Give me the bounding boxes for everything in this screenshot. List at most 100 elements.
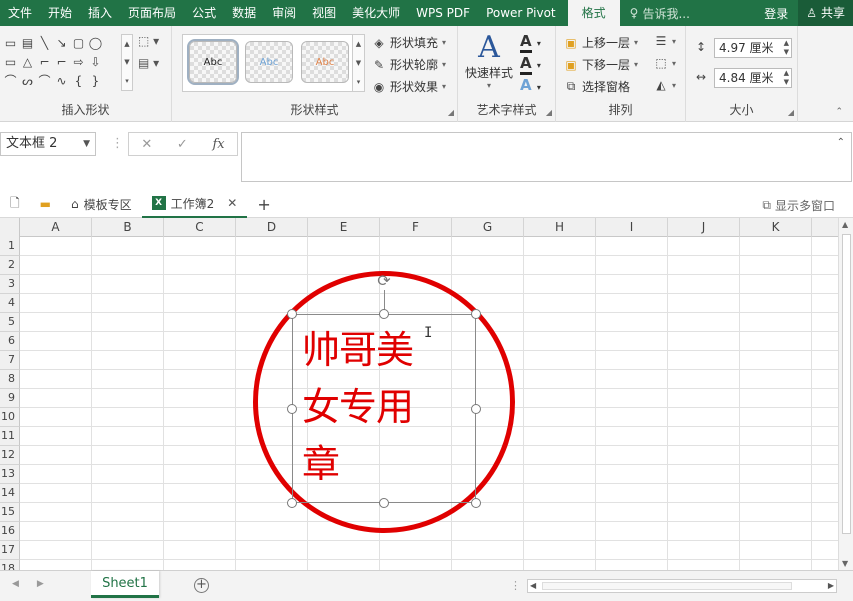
- shape-width-input[interactable]: 4.84 厘米 ▲ ▼: [714, 68, 792, 88]
- shape-height-input[interactable]: 4.97 厘米 ▲ ▼: [714, 38, 792, 58]
- tab-beautify[interactable]: 美化大师: [344, 0, 408, 26]
- row-header[interactable]: 15: [0, 503, 20, 522]
- tab-power-pivot[interactable]: Power Pivot: [478, 0, 564, 26]
- chevron-up-icon[interactable]: ⌃: [837, 137, 845, 148]
- shape-option-icon[interactable]: [104, 72, 121, 91]
- tab-splitter-icon[interactable]: ⋮: [510, 579, 521, 592]
- group-objects-icon[interactable]: ⬚ ▾: [654, 56, 676, 70]
- shapes-gallery-scroll[interactable]: ▲ ▼ ▾: [121, 34, 133, 91]
- rotate-handle-icon[interactable]: ⟳: [375, 272, 393, 290]
- shape-styles-scroll[interactable]: ▲ ▼ ▾: [352, 35, 364, 91]
- shape-fill-button[interactable]: ◈ 形状填充 ▾: [372, 34, 446, 51]
- tab-view[interactable]: 视图: [304, 0, 344, 26]
- shape-option-icon[interactable]: ╲: [36, 34, 53, 53]
- text-outline-icon[interactable]: A ▾: [520, 54, 541, 75]
- rotate-icon[interactable]: ◭ ▾: [654, 78, 676, 92]
- tell-me-search[interactable]: ♀ 告诉我...: [624, 5, 696, 22]
- selection-pane-button[interactable]: ⧉ 选择窗格: [564, 78, 630, 95]
- column-header[interactable]: G: [452, 218, 524, 237]
- enter-icon[interactable]: ✓: [177, 137, 188, 152]
- shape-option-icon[interactable]: ↘: [53, 34, 70, 53]
- vertical-scrollbar[interactable]: ▲ ▼: [838, 218, 853, 570]
- shape-option-icon[interactable]: ∿: [53, 72, 70, 91]
- shape-option-icon[interactable]: ▤: [19, 34, 36, 53]
- shape-option-icon[interactable]: ⌒: [2, 72, 19, 91]
- row-header[interactable]: 10: [0, 408, 20, 427]
- shapes-gallery[interactable]: ▭ ▤ ╲ ↘ ▢ ◯ ▭ △ ⌐ ⌐ ⇨ ⇩ ⌒ ᔕ ⌒ ∿{}: [2, 34, 121, 91]
- text-box-icon[interactable]: ▤ ▾: [138, 56, 159, 78]
- close-icon[interactable]: ✕: [227, 196, 237, 210]
- horizontal-scroll-thumb[interactable]: [542, 582, 792, 590]
- show-multi-window-button[interactable]: ⧉ 显示多窗口: [762, 197, 835, 214]
- shape-option-icon[interactable]: [104, 34, 121, 53]
- shape-option-icon[interactable]: ⇩: [87, 53, 104, 72]
- column-header[interactable]: C: [164, 218, 236, 237]
- column-header[interactable]: E: [308, 218, 380, 237]
- text-fill-icon[interactable]: A ▾: [520, 32, 541, 53]
- name-box[interactable]: 文本框 2 ▼: [0, 132, 96, 156]
- stamp-text[interactable]: 帅哥美 女专用 章: [302, 322, 442, 493]
- column-header[interactable]: F: [380, 218, 452, 237]
- edit-shape-icon[interactable]: ⬚ ▾: [138, 34, 159, 56]
- shape-option-icon[interactable]: ⌐: [53, 53, 70, 72]
- column-header[interactable]: B: [92, 218, 164, 237]
- shape-option-icon[interactable]: ᔕ: [19, 72, 36, 91]
- resize-handle-left[interactable]: [287, 404, 297, 414]
- shape-style-sample-3[interactable]: Abc: [301, 41, 349, 83]
- row-header[interactable]: 14: [0, 484, 20, 503]
- sheet-nav-arrows-icon[interactable]: ◀▶: [12, 579, 62, 589]
- shape-option-icon[interactable]: ▭: [2, 53, 19, 72]
- column-header[interactable]: K: [740, 218, 812, 237]
- shape-option-icon[interactable]: ⌒: [36, 72, 53, 91]
- formula-bar-splitter[interactable]: ⋮: [111, 136, 124, 151]
- tab-page-layout[interactable]: 页面布局: [120, 0, 184, 26]
- resize-handle-top-left[interactable]: [287, 309, 297, 319]
- formula-input[interactable]: ⌃: [241, 132, 852, 182]
- shape-option-icon[interactable]: ▭: [2, 34, 19, 53]
- row-header[interactable]: 16: [0, 522, 20, 541]
- select-all-corner[interactable]: [0, 218, 20, 237]
- vertical-scroll-thumb[interactable]: [842, 234, 851, 534]
- resize-handle-bottom-left[interactable]: [287, 498, 297, 508]
- login-button[interactable]: 登录: [754, 5, 798, 22]
- insert-function-icon[interactable]: fx: [212, 137, 224, 152]
- shape-option-icon[interactable]: }: [87, 72, 104, 91]
- row-header[interactable]: 12: [0, 446, 20, 465]
- row-header[interactable]: 3: [0, 275, 20, 294]
- tab-review[interactable]: 审阅: [264, 0, 304, 26]
- share-button[interactable]: ♙ 共享: [798, 0, 853, 26]
- scroll-up-icon[interactable]: ▲: [842, 220, 848, 229]
- resize-handle-right[interactable]: [471, 404, 481, 414]
- row-header[interactable]: 5: [0, 313, 20, 332]
- tab-home[interactable]: 开始: [40, 0, 80, 26]
- tab-template-zone[interactable]: ⌂ 模板专区: [61, 191, 142, 218]
- dialog-launcher-icon[interactable]: ◢: [788, 108, 794, 117]
- tab-formulas[interactable]: 公式: [184, 0, 224, 26]
- send-backward-button[interactable]: ▣ 下移一层 ▾: [564, 56, 638, 73]
- new-document-icon[interactable]: 🗋: [0, 191, 30, 218]
- align-icon[interactable]: ☰ ▾: [654, 34, 676, 48]
- add-sheet-icon[interactable]: +: [194, 578, 209, 593]
- column-header[interactable]: A: [20, 218, 92, 237]
- column-header[interactable]: J: [668, 218, 740, 237]
- shape-effects-button[interactable]: ◉ 形状效果 ▾: [372, 78, 446, 95]
- text-effects-icon[interactable]: A ▾: [520, 76, 541, 94]
- shape-option-icon[interactable]: ◯: [87, 34, 104, 53]
- tab-active-workbook[interactable]: X 工作簿2 ✕: [141, 190, 248, 218]
- shape-option-icon[interactable]: ⌐: [36, 53, 53, 72]
- row-header[interactable]: 4: [0, 294, 20, 313]
- row-header[interactable]: 13: [0, 465, 20, 484]
- sheet-tab-sheet1[interactable]: Sheet1: [91, 571, 159, 598]
- scroll-down-icon[interactable]: ▼: [842, 559, 848, 568]
- tab-file[interactable]: 文件: [0, 0, 40, 26]
- column-header[interactable]: D: [236, 218, 308, 237]
- row-header[interactable]: 2: [0, 256, 20, 275]
- shape-option-icon[interactable]: ⇨: [70, 53, 87, 72]
- column-header[interactable]: I: [596, 218, 668, 237]
- horizontal-scrollbar[interactable]: ◀ ▶: [527, 579, 837, 593]
- row-header[interactable]: 1: [0, 237, 20, 256]
- dialog-launcher-icon[interactable]: ◢: [546, 108, 552, 117]
- resize-handle-top-right[interactable]: [471, 309, 481, 319]
- row-header[interactable]: 11: [0, 427, 20, 446]
- resize-handle-bottom-right[interactable]: [471, 498, 481, 508]
